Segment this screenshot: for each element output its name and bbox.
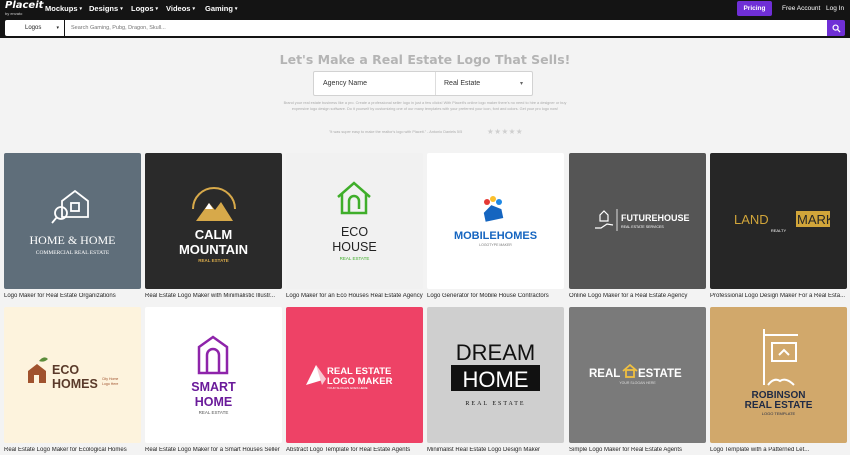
- chevron-down-icon: ▾: [234, 6, 238, 12]
- hero-description: Brand your real estate business like a p…: [283, 101, 567, 111]
- search-icon: [831, 23, 841, 33]
- template-caption[interactable]: Real Estate Logo Maker for a Smart House…: [145, 447, 282, 453]
- chevron-down-icon: ▾: [56, 25, 59, 31]
- chevron-down-icon: ▾: [192, 6, 195, 12]
- template-thumbnail[interactable]: CALM MOUNTAIN REAL ESTATE: [145, 153, 282, 289]
- agency-name-input[interactable]: Agency Name: [323, 80, 367, 87]
- logo-text: MARK: [797, 212, 835, 227]
- logo-subtext: REAL ESTATE: [340, 256, 370, 261]
- top-navbar: [0, 0, 850, 18]
- logo-subtext: City Home: [102, 377, 118, 381]
- login-link[interactable]: Log In: [826, 5, 844, 12]
- category-select[interactable]: Logos ▾: [5, 20, 64, 36]
- template-caption[interactable]: Minimalist Real Estate Logo Design Maker: [427, 447, 564, 453]
- chevron-down-icon: ▾: [155, 6, 159, 12]
- logo-subtext: REALTY: [771, 228, 787, 233]
- industry-select[interactable]: Real Estate: [444, 80, 480, 87]
- template-caption[interactable]: Online Logo Maker for a Real Estate Agen…: [569, 293, 706, 299]
- logo-text: HOME: [463, 367, 529, 392]
- template-thumbnail[interactable]: LAND MARK REALTY: [710, 153, 847, 289]
- logo-text: MOBILEHOMES: [454, 230, 537, 242]
- logo-subtext: REAL ESTATE: [465, 401, 525, 407]
- template-thumbnail[interactable]: SMART HOME REAL ESTATE: [145, 307, 282, 443]
- logo-text: ESTATE: [638, 368, 682, 380]
- logo-text: CALM: [195, 227, 233, 242]
- template-caption[interactable]: Real Estate Logo Maker with Minimalistic…: [145, 293, 282, 299]
- template-thumbnail[interactable]: ROBINSON REAL ESTATE LOGO TEMPLATE: [710, 307, 847, 443]
- template-thumbnail[interactable]: REAL ESTATE YOUR SLOGAN HERE: [569, 307, 706, 443]
- divider: [435, 72, 436, 95]
- template-thumbnail[interactable]: ECO HOUSE REAL ESTATE: [286, 153, 423, 289]
- logo-subtext: Logo Here: [102, 382, 118, 386]
- nav-videos[interactable]: Videos ▾: [166, 4, 195, 13]
- logo-text: SMART: [191, 380, 236, 394]
- logo-subtext: LOGOTYPE MAKER: [479, 243, 512, 247]
- logo-text: HOME: [195, 395, 233, 409]
- search-button[interactable]: [827, 20, 845, 36]
- logo-subtext: REAL ESTATE: [198, 258, 229, 263]
- template-thumbnail[interactable]: MOBILEHOMES LOGOTYPE MAKER: [427, 153, 564, 289]
- template-caption[interactable]: Real Estate Logo Maker for Ecological Ho…: [4, 447, 141, 453]
- logo-subtext: REAL ESTATE SERVICES: [621, 225, 664, 229]
- nav-label: Gaming: [205, 4, 233, 13]
- logo-text: MOUNTAIN: [179, 242, 248, 257]
- logo-text: DREAM: [456, 340, 535, 365]
- nav-label: Designs: [89, 4, 119, 13]
- logo-text: ECO: [341, 225, 368, 239]
- logo-text: LAND: [734, 212, 769, 227]
- logo-subtext: YOUR SLOGAN HERE: [619, 381, 656, 385]
- template-caption[interactable]: Simple Logo Maker for Real Estate Agents: [569, 447, 706, 453]
- brand-name: Placeit: [5, 0, 44, 11]
- nav-label: Videos: [166, 4, 191, 13]
- logo-text: REAL ESTATE: [745, 400, 813, 411]
- template-thumbnail[interactable]: HOME & HOME COMMERCIAL REAL ESTATE: [4, 153, 141, 289]
- page-title: Let's Make a Real Estate Logo That Sells…: [279, 52, 571, 67]
- chevron-down-icon: ▾: [520, 81, 524, 87]
- template-thumbnail[interactable]: FUTUREHOUSE REAL ESTATE SERVICES: [569, 153, 706, 289]
- nav-designs[interactable]: Designs ▾: [89, 4, 123, 13]
- logo-text: ECO: [52, 363, 79, 377]
- logo-subtext: LOGO TEMPLATE: [762, 411, 796, 416]
- nav-gaming[interactable]: Gaming ▾: [205, 4, 237, 13]
- testimonial: "It was super easy to make the realtor's…: [329, 130, 463, 134]
- nav-mockups[interactable]: Mockups ▾: [45, 4, 82, 13]
- template-caption[interactable]: Logo Maker for an Eco Houses Real Estate…: [286, 293, 423, 299]
- rating-stars: ★★★★★: [487, 127, 524, 136]
- search-input[interactable]: [65, 20, 827, 36]
- template-thumbnail[interactable]: ECO HOMES City Home Logo Here: [4, 307, 141, 443]
- template-thumbnail[interactable]: DREAM HOME REAL ESTATE: [427, 307, 564, 443]
- category-label: Logos: [25, 25, 42, 31]
- nav-logos[interactable]: Logos ▾: [131, 4, 158, 13]
- logo-text: HOUSE: [332, 240, 376, 254]
- template-caption[interactable]: Logo Generator for Mobile House Contract…: [427, 293, 564, 299]
- placeit-logo[interactable]: Placeit by envato: [5, 0, 44, 17]
- template-caption[interactable]: Professional Logo Design Maker For a Rea…: [710, 293, 847, 299]
- pricing-button[interactable]: Pricing: [737, 1, 772, 16]
- logo-text: HOMES: [52, 377, 98, 391]
- logo-subtext: COMMERCIAL REAL ESTATE: [36, 250, 110, 256]
- logo-text: REAL: [589, 368, 620, 380]
- logo-subtext: REAL ESTATE: [199, 410, 229, 415]
- logo-form: Agency Name Real Estate ▾: [313, 71, 533, 96]
- nav-label: Mockups: [45, 4, 78, 13]
- logo-subtext: YOUR SLOGAN GOES HERE: [327, 386, 368, 390]
- template-caption[interactable]: Abstract Logo Template for Real Estate A…: [286, 447, 423, 453]
- brand-sub: by envato: [5, 11, 23, 16]
- chevron-down-icon: ▾: [120, 6, 123, 12]
- logo-text: HOME & HOME: [30, 233, 116, 247]
- logo-text: FUTUREHOUSE: [621, 213, 690, 223]
- nav-label: Logos: [131, 4, 154, 13]
- template-caption[interactable]: Logo Maker for Real Estate Organizations: [4, 293, 141, 299]
- chevron-down-icon: ▾: [79, 6, 83, 12]
- free-account-link[interactable]: Free Account: [782, 5, 820, 12]
- template-caption[interactable]: Logo Template with a Patterned Let...: [710, 447, 847, 453]
- template-thumbnail[interactable]: REAL ESTATE LOGO MAKER YOUR SLOGAN GOES …: [286, 307, 423, 443]
